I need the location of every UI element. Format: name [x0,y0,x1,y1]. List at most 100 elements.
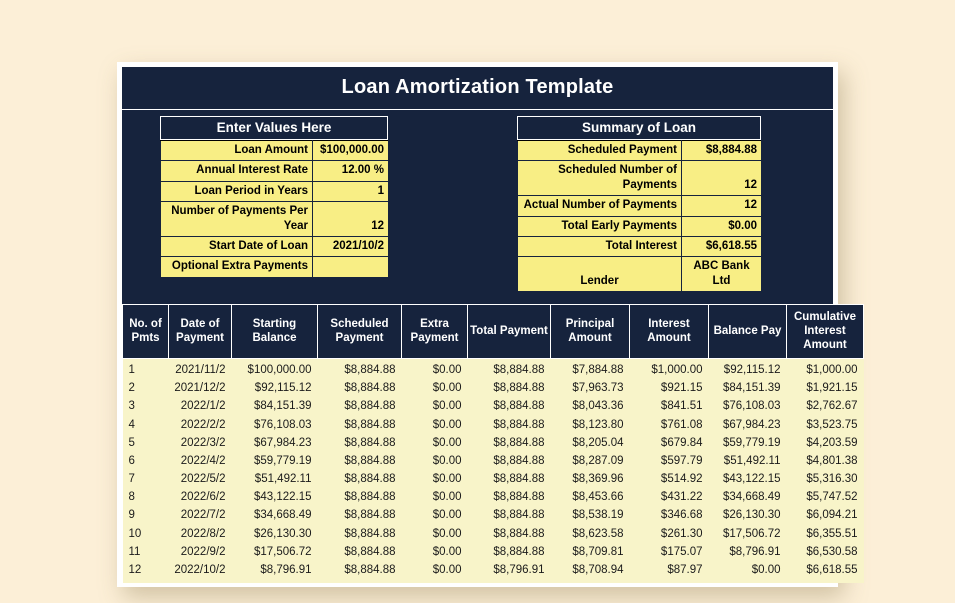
summary-value-scheduled-payment: $8,884.88 [681,139,762,162]
summary-heading: Summary of Loan [517,116,761,140]
cell-total-payment: $8,796.91 [467,561,551,584]
cell-extra-payment: $0.00 [401,561,468,584]
input-label-start-date: Start Date of Loan [160,235,313,258]
cell-interest-amount: $761.08 [629,416,709,435]
cell-no-of-pmts: 9 [122,507,169,526]
cell-interest-amount: $346.68 [629,507,709,526]
cell-date-of-payment: 2022/3/2 [168,434,232,453]
column-header-date-of-payment[interactable]: Date of Payment [168,303,232,360]
column-header-cumulative-interest-amount[interactable]: Cumulative Interest Amount [786,303,864,360]
cell-interest-amount: $175.07 [629,543,709,562]
summary-row-scheduled-number-of-payments: Scheduled Number of Payments 12 [517,160,762,197]
cell-starting-balance: $76,108.03 [231,416,318,435]
cell-principal-amount: $8,369.96 [550,471,630,490]
cell-principal-amount: $8,709.81 [550,543,630,562]
cell-total-payment: $8,884.88 [467,471,551,490]
cell-total-payment: $8,884.88 [467,525,551,544]
column-header-starting-balance[interactable]: Starting Balance [231,303,318,360]
enter-values-table: Loan Amount $100,000.00 Annual Interest … [160,139,389,278]
cell-principal-amount: $8,287.09 [550,452,630,472]
cell-principal-amount: $8,123.80 [550,416,630,435]
enter-values-heading: Enter Values Here [160,116,388,140]
cell-cumulative-interest-amount: $5,316.30 [786,471,864,490]
input-label-annual-interest-rate: Annual Interest Rate [160,160,313,182]
cell-date-of-payment: 2022/1/2 [168,398,232,417]
table-row: 2 2021/12/2 $92,115.12 $8,884.88 $0.00 $8,884… [122,380,864,399]
lender-value[interactable]: ABC Bank Ltd [681,256,762,292]
cell-date-of-payment: 2021/11/2 [168,358,232,381]
cell-no-of-pmts: 1 [122,358,169,381]
cell-extra-payment: $0.00 [401,452,468,472]
cell-starting-balance: $84,151.39 [231,398,318,417]
cell-principal-amount: $8,043.36 [550,398,630,417]
cell-interest-amount: $261.30 [629,525,709,544]
cell-total-payment: $8,884.88 [467,543,551,562]
summary-label-scheduled-payment: Scheduled Payment [517,139,682,162]
table-row: 4 2022/2/2 $76,108.03 $8,884.88 $0.00 $8,884.… [122,416,864,435]
cell-total-payment: $8,884.88 [467,452,551,472]
cell-cumulative-interest-amount: $4,801.38 [786,452,864,472]
column-header-no-of-pmts[interactable]: No. of Pmts [122,303,169,360]
cell-no-of-pmts: 4 [122,416,169,435]
column-header-principal-amount[interactable]: Principal Amount [550,303,630,360]
input-value-loan-amount[interactable]: $100,000.00 [312,139,389,162]
input-value-payments-per-year[interactable]: 12 [312,201,389,237]
cell-no-of-pmts: 6 [122,452,169,472]
amortization-schedule: No. of Pmts Date of Payment Starting Bal… [122,303,864,584]
summary-row-lender: Lender ABC Bank Ltd [517,256,762,292]
cell-interest-amount: $1,000.00 [629,358,709,381]
cell-starting-balance: $34,668.49 [231,507,318,526]
table-row: 6 2022/4/2 $59,779.19 $8,884.88 $0.00 $8,884.… [122,452,864,472]
table-body: 1 2021/11/2 $100,000.00 $8,884.88 $0.00 $8,88… [122,358,864,584]
cell-principal-amount: $8,205.04 [550,434,630,453]
column-header-scheduled-payment[interactable]: Scheduled Payment [317,303,402,360]
cell-principal-amount: $8,623.58 [550,525,630,544]
input-label-loan-amount: Loan Amount [160,139,313,162]
input-label-loan-period-years: Loan Period in Years [160,180,313,203]
cell-date-of-payment: 2022/2/2 [168,416,232,435]
cell-cumulative-interest-amount: $6,530.58 [786,543,864,562]
input-row-loan-period-years: Loan Period in Years 1 [160,180,389,203]
summary-value-scheduled-number-of-payments: 12 [681,160,762,197]
cell-no-of-pmts: 12 [122,561,169,584]
cell-cumulative-interest-amount: $6,618.55 [786,561,864,584]
column-header-balance-pay[interactable]: Balance Pay [708,303,787,360]
amortization-table: No. of Pmts Date of Payment Starting Bal… [122,303,864,584]
cell-interest-amount: $514.92 [629,471,709,490]
cell-starting-balance: $8,796.91 [231,561,318,584]
cell-principal-amount: $8,708.94 [550,561,630,584]
cell-date-of-payment: 2021/12/2 [168,380,232,399]
cell-principal-amount: $8,453.66 [550,489,630,508]
summary-of-loan-panel: Summary of Loan Scheduled Payment $8,884… [517,116,762,292]
input-value-annual-interest-rate[interactable]: 12.00 % [312,160,389,182]
cell-interest-amount: $921.15 [629,380,709,399]
column-header-interest-amount[interactable]: Interest Amount [629,303,709,360]
cell-extra-payment: $0.00 [401,380,468,399]
lender-label: Lender [517,256,682,292]
input-value-loan-period-years[interactable]: 1 [312,180,389,203]
enter-values-panel: Enter Values Here Loan Amount $100,000.0… [160,116,389,278]
column-header-extra-payment[interactable]: Extra Payment [401,303,468,360]
summary-label-total-early-payments: Total Early Payments [517,215,682,237]
header-block: Loan Amortization Template Enter Values … [122,67,833,304]
cell-extra-payment: $0.00 [401,489,468,508]
cell-scheduled-payment: $8,884.88 [317,358,402,381]
summary-value-total-interest: $6,618.55 [681,235,762,258]
column-header-total-payment[interactable]: Total Payment [467,303,551,360]
summary-row-total-early-payments: Total Early Payments $0.00 [517,215,762,237]
cell-date-of-payment: 2022/9/2 [168,543,232,562]
summary-label-scheduled-number-of-payments: Scheduled Number of Payments [517,160,682,197]
cell-interest-amount: $597.79 [629,452,709,472]
cell-cumulative-interest-amount: $6,094.21 [786,507,864,526]
cell-scheduled-payment: $8,884.88 [317,398,402,417]
table-header-row: No. of Pmts Date of Payment Starting Bal… [122,303,864,360]
input-value-optional-extra-payments[interactable] [312,256,389,278]
cell-total-payment: $8,884.88 [467,507,551,526]
cell-cumulative-interest-amount: $3,523.75 [786,416,864,435]
cell-scheduled-payment: $8,884.88 [317,380,402,399]
input-value-start-date[interactable]: 2021/10/2 [312,235,389,258]
input-label-payments-per-year: Number of Payments Per Year [160,201,313,237]
table-row: 10 2022/8/2 $26,130.30 $8,884.88 $0.00 $8,884… [122,525,864,544]
cell-interest-amount: $679.84 [629,434,709,453]
cell-scheduled-payment: $8,884.88 [317,507,402,526]
